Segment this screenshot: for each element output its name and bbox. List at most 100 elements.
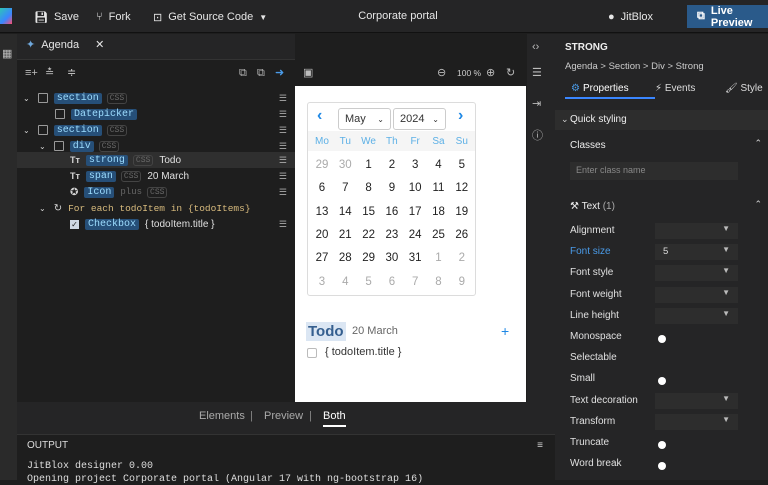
calendar-day[interactable]: 6: [311, 182, 333, 194]
calendar-day[interactable]: 28: [334, 252, 356, 264]
calendar-day[interactable]: 25: [428, 229, 450, 241]
tab-style[interactable]: 🖌︎ Style: [725, 83, 763, 94]
property-select[interactable]: ▼: [655, 265, 738, 282]
device-frame-icon[interactable]: ▣: [303, 67, 313, 79]
datepicker[interactable]: ‹ May ⌄ 2024 ⌄ › Mo Tu We Th Fr Sa Su 29 30 1 2 3 4 5 6…: [307, 102, 476, 296]
tree-row[interactable]: ⌄ section CSS ☰: [17, 90, 295, 106]
chevron-down-icon[interactable]: ⌄: [39, 204, 46, 213]
calendar-day[interactable]: 6: [381, 276, 403, 288]
tab-elements[interactable]: Elements: [199, 410, 245, 422]
tree-row-selected[interactable]: Tт strong CSS Todo ☰: [17, 152, 295, 168]
calendar-day[interactable]: 12: [451, 182, 473, 194]
copy-icon[interactable]: ⧉: [239, 67, 247, 79]
chevron-down-icon[interactable]: ⌄: [23, 126, 30, 135]
list-icon[interactable]: ☰: [532, 67, 542, 79]
tab-agenda[interactable]: ✦ Agenda ✕: [26, 38, 104, 52]
drag-handle-icon[interactable]: ☰: [279, 171, 287, 182]
property-select[interactable]: ▼: [655, 286, 738, 303]
drag-handle-icon[interactable]: ☰: [279, 141, 287, 152]
calendar-day[interactable]: 30: [381, 252, 403, 264]
calendar-day[interactable]: 4: [334, 276, 356, 288]
calendar-day[interactable]: 23: [381, 229, 403, 241]
calendar-day[interactable]: 21: [334, 229, 356, 241]
property-select[interactable]: ▼: [655, 392, 738, 409]
calendar-day[interactable]: 9: [381, 182, 403, 194]
calendar-day[interactable]: 7: [334, 182, 356, 194]
live-preview-button[interactable]: ⧉ Live Preview: [687, 5, 768, 29]
tree-row[interactable]: Tт span CSS 20 March ☰: [17, 168, 295, 184]
chevron-left-icon[interactable]: ‹: [317, 107, 322, 125]
chevron-down-icon[interactable]: ⌄: [23, 94, 30, 103]
calendar-day[interactable]: 15: [358, 206, 380, 218]
calendar-day[interactable]: 16: [381, 206, 403, 218]
add-todo-icon[interactable]: +: [501, 323, 509, 339]
drag-handle-icon[interactable]: ☰: [279, 219, 287, 230]
arrow-right-icon[interactable]: ➜: [275, 67, 284, 79]
drag-handle-icon[interactable]: ☰: [279, 125, 287, 136]
drag-handle-icon[interactable]: ☰: [279, 93, 287, 104]
calendar-day[interactable]: 26: [451, 229, 473, 241]
calendar-day[interactable]: 19: [451, 206, 473, 218]
add-element-icon[interactable]: ≡+: [25, 67, 38, 79]
paste-icon[interactable]: ⧉: [257, 67, 265, 79]
export-icon[interactable]: ⇥: [532, 98, 541, 110]
calendar-day[interactable]: 29: [358, 252, 380, 264]
chevron-up-icon[interactable]: ⌃: [754, 138, 762, 149]
collapse-all-icon[interactable]: ≑: [67, 67, 76, 79]
property-select[interactable]: ▼: [655, 223, 738, 239]
calendar-day[interactable]: 2: [451, 252, 473, 264]
tree-row[interactable]: Datepicker ☰: [17, 106, 295, 122]
zoom-in-icon[interactable]: ⊕: [486, 67, 495, 79]
calendar-day[interactable]: 14: [334, 206, 356, 218]
clear-output-icon[interactable]: ≡: [537, 440, 543, 451]
calendar-day[interactable]: 3: [311, 276, 333, 288]
refresh-icon[interactable]: ↻: [506, 67, 515, 79]
calendar-day[interactable]: 5: [451, 159, 473, 171]
tree-row[interactable]: ✪ Icon plus CSS ☰: [17, 184, 295, 200]
calendar-day[interactable]: 2: [381, 159, 403, 171]
calendar-day[interactable]: 17: [404, 206, 426, 218]
calendar-day[interactable]: 3: [404, 159, 426, 171]
calendar-day[interactable]: 20: [311, 229, 333, 241]
calendar-day[interactable]: 30: [334, 159, 356, 171]
code-brackets-icon[interactable]: ‹›: [532, 41, 539, 53]
class-name-input[interactable]: Enter class name: [570, 162, 738, 180]
drag-handle-icon[interactable]: ☰: [279, 109, 287, 120]
calendar-day[interactable]: 31: [404, 252, 426, 264]
save-button[interactable]: 💾︎ Save: [34, 9, 79, 25]
tree-row[interactable]: ⌄ ↻ For each todoItem in {todoItems}: [17, 200, 295, 216]
toggle-switch[interactable]: [658, 335, 666, 343]
calendar-day[interactable]: 8: [428, 276, 450, 288]
tab-properties[interactable]: ⚙ Properties: [565, 79, 655, 99]
calendar-day[interactable]: 29: [311, 159, 333, 171]
calendar-day[interactable]: 10: [404, 182, 426, 194]
calendar-day[interactable]: 22: [358, 229, 380, 241]
month-select[interactable]: May ⌄: [338, 108, 391, 130]
info-icon[interactable]: ⓘ: [532, 130, 543, 142]
expand-all-icon[interactable]: ≛: [45, 67, 54, 79]
calendar-day[interactable]: 4: [428, 159, 450, 171]
fork-button[interactable]: ⑂ Fork: [96, 9, 131, 25]
components-icon[interactable]: ▦: [2, 48, 12, 60]
tab-events[interactable]: ⚡︎ Events: [655, 83, 695, 94]
chevron-down-icon[interactable]: ⌄: [39, 142, 46, 151]
property-select[interactable]: 5 ▼: [655, 244, 738, 261]
toggle-switch[interactable]: [658, 441, 666, 449]
property-select[interactable]: ▼: [655, 307, 738, 324]
tab-both[interactable]: Both: [323, 410, 346, 427]
close-icon[interactable]: ✕: [95, 38, 104, 51]
calendar-day[interactable]: 1: [358, 159, 380, 171]
year-select[interactable]: 2024 ⌄: [393, 108, 446, 130]
calendar-day[interactable]: 7: [404, 276, 426, 288]
chevron-right-icon[interactable]: ›: [458, 107, 463, 125]
tree-row[interactable]: ✓ Checkbox { todoItem.title } ☰: [17, 216, 295, 232]
text-section-header[interactable]: ⚒ Text (1): [570, 201, 615, 212]
tab-preview[interactable]: Preview: [264, 410, 303, 422]
get-source-button[interactable]: ⊡ Get Source Code ▼: [153, 9, 267, 25]
user-menu[interactable]: ● JitBlox: [608, 9, 653, 25]
calendar-day[interactable]: 5: [358, 276, 380, 288]
tree-row[interactable]: ⌄ section CSS ☰: [17, 122, 295, 138]
calendar-day[interactable]: 18: [428, 206, 450, 218]
calendar-day[interactable]: 24: [404, 229, 426, 241]
chevron-up-icon[interactable]: ⌃: [754, 199, 762, 210]
